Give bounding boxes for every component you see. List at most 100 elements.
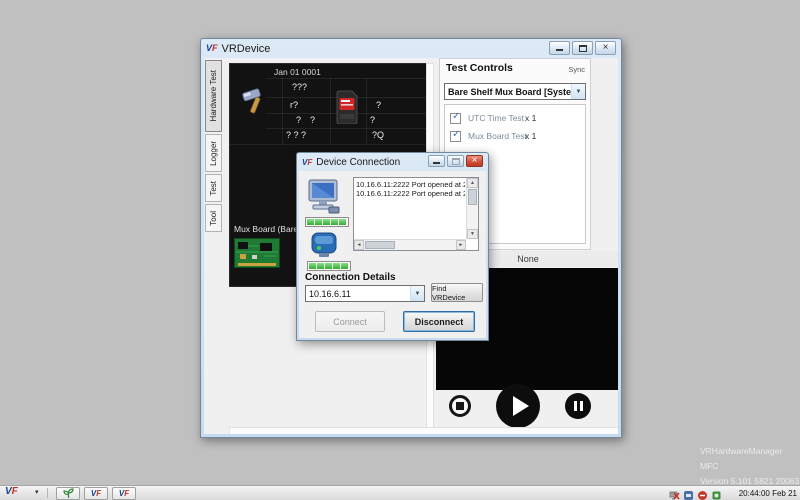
- question-mark: ?: [296, 115, 301, 125]
- close-icon: ×: [472, 156, 478, 166]
- vf-app-icon: VF: [119, 490, 129, 498]
- dialog-minimize-button[interactable]: [428, 155, 445, 167]
- progress-segment: [309, 263, 316, 269]
- close-button[interactable]: ×: [595, 41, 616, 55]
- tab-hardware-test[interactable]: Hardware Test: [205, 60, 222, 132]
- grid-line: [266, 128, 434, 129]
- maximize-button[interactable]: [572, 41, 593, 55]
- scroll-down-icon[interactable]: ▼: [467, 229, 478, 239]
- tray-icon[interactable]: [683, 488, 694, 499]
- progress-segment: [325, 263, 332, 269]
- grid-line: [266, 78, 434, 79]
- progress-segment: [331, 219, 338, 225]
- test-count: x 1: [525, 131, 536, 141]
- tab-label: Test: [209, 181, 218, 196]
- dialog-icon: VF: [302, 159, 312, 167]
- test-row-utc-time[interactable]: ✓ UTC Time Test x 1: [445, 111, 585, 128]
- connection-log-list[interactable]: 10.16.6.11:2222 Port opened at 2/21/2 10…: [353, 177, 479, 251]
- dropdown-icon: ▼: [571, 84, 585, 99]
- address-combobox[interactable]: 10.16.6.11 ▼: [305, 285, 425, 302]
- scroll-right-icon[interactable]: ►: [456, 240, 466, 250]
- check-icon: ✓: [452, 129, 460, 140]
- plant-icon: [63, 488, 74, 499]
- checkbox-mux-board[interactable]: ✓: [450, 131, 461, 142]
- question-mark: ? ? ?: [286, 130, 306, 140]
- about-line-app: VRHardwareManager MFC: [700, 444, 800, 474]
- question-mark: r?: [290, 100, 298, 110]
- vrdevice-titlebar[interactable]: VF VRDevice ×: [201, 39, 621, 58]
- launcher-dropdown-icon[interactable]: ▾: [35, 488, 39, 496]
- test-profile-select[interactable]: Bare Shelf Mux Board [System] ▼: [444, 83, 586, 100]
- grid-line: [330, 78, 331, 144]
- pause-button[interactable]: [565, 393, 591, 419]
- tab-label: Logger: [209, 141, 218, 166]
- scrollbar-thumb[interactable]: [365, 241, 395, 249]
- tab-test[interactable]: Test: [205, 174, 222, 202]
- task-button-1[interactable]: [56, 487, 80, 500]
- grid-line: [366, 78, 367, 144]
- vrdevice-window-icon: VF: [206, 44, 218, 53]
- vf-launcher-button[interactable]: VF: [5, 486, 18, 497]
- test-count: x 1: [525, 113, 536, 123]
- task-button-2[interactable]: VF: [84, 487, 108, 500]
- play-button[interactable]: [496, 384, 540, 428]
- test-row-mux-board[interactable]: ✓ Mux Board Test x 1: [445, 129, 585, 146]
- test-name: UTC Time Test: [468, 113, 524, 123]
- progress-segment: [339, 219, 346, 225]
- tray-icon[interactable]: [711, 488, 722, 499]
- disconnect-button[interactable]: Disconnect: [403, 311, 475, 332]
- dialog-client: 10.16.6.11:2222 Port opened at 2/21/2 10…: [299, 171, 486, 338]
- network-disconnected-icon[interactable]: [669, 488, 680, 499]
- test-controls-title: Test Controls: [446, 62, 513, 74]
- dialog-close-button[interactable]: ×: [466, 155, 483, 167]
- connect-button[interactable]: Connect: [315, 311, 385, 332]
- connection-progress-bar: [305, 217, 349, 227]
- dialog-titlebar[interactable]: VF Device Connection ×: [297, 153, 488, 172]
- task-button-3[interactable]: VF: [112, 487, 136, 500]
- grid-line: [230, 144, 435, 145]
- horizontal-scrollbar[interactable]: [229, 427, 618, 434]
- canvas-date-label: Jan 01 0001: [274, 67, 321, 77]
- dropdown-icon: ▼: [410, 286, 424, 301]
- dialog-maximize-button[interactable]: [447, 155, 464, 167]
- device-progress-bar: [307, 261, 351, 271]
- maximize-icon: [579, 45, 587, 52]
- device-connection-dialog: VF Device Connection ×: [296, 152, 489, 341]
- window-title: VRDevice: [222, 43, 271, 55]
- vf-app-icon: VF: [91, 490, 101, 498]
- question-mark: ?Q: [372, 130, 384, 140]
- minimize-button[interactable]: [549, 41, 570, 55]
- checkbox-utc-time[interactable]: ✓: [450, 113, 461, 124]
- sync-label: Sync: [568, 65, 585, 74]
- find-vrdevice-button[interactable]: Find VRDevice: [431, 283, 483, 302]
- grid-line: [282, 78, 283, 144]
- question-mark: ?: [370, 115, 375, 125]
- circuit-board-image: [234, 238, 280, 268]
- system-tray: [669, 488, 722, 499]
- network-computer-icon: [305, 177, 343, 215]
- device-icon: [307, 227, 341, 261]
- pause-icon: [574, 401, 577, 411]
- scroll-left-icon[interactable]: ◄: [354, 240, 364, 250]
- tab-tool[interactable]: Tool: [205, 204, 222, 232]
- tab-label: Tool: [209, 211, 218, 226]
- progress-segment: [307, 219, 314, 225]
- sd-card-icon: [336, 90, 358, 124]
- tray-icon[interactable]: [697, 488, 708, 499]
- log-horizontal-scrollbar[interactable]: ◄ ►: [354, 239, 466, 250]
- log-line: 10.16.6.11:2222 Port opened at 2/21/2: [356, 180, 465, 189]
- taskbar-clock[interactable]: 20:44:00 Feb 21: [739, 489, 797, 498]
- stop-button[interactable]: [449, 395, 471, 417]
- scroll-up-icon[interactable]: ▲: [467, 178, 478, 188]
- minimize-icon: [556, 46, 563, 51]
- log-vertical-scrollbar[interactable]: ▲ ▼: [466, 178, 478, 239]
- minimize-icon: [433, 159, 440, 164]
- tab-logger[interactable]: Logger: [205, 134, 222, 172]
- question-mark: ???: [292, 82, 307, 92]
- log-line: 10.16.6.11:2222 Port opened at 2/21/2: [356, 189, 465, 198]
- progress-segment: [341, 263, 348, 269]
- test-profile-value: Bare Shelf Mux Board [System]: [445, 87, 571, 97]
- scrollbar-thumb[interactable]: [468, 189, 477, 205]
- progress-segment: [333, 263, 340, 269]
- preview-label: None: [517, 254, 539, 264]
